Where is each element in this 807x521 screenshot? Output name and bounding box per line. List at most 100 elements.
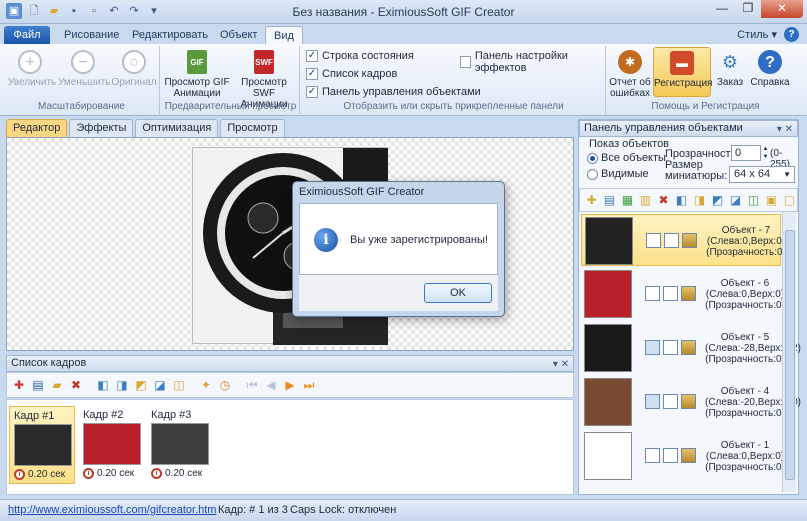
opacity-spinner-icon[interactable]: ▲ ▼ <box>761 145 770 161</box>
show-objects-label: Показ объектов <box>589 138 670 150</box>
help-group-caption: Помощь и Регистрация <box>651 101 760 112</box>
effects-panel-checkbox[interactable]: Панель настройки эффектов <box>460 50 605 74</box>
zoom-out-button[interactable]: − Уменьшить <box>58 50 110 88</box>
visible-objects-radio[interactable]: Видимые <box>587 168 649 180</box>
register-button[interactable]: ▬ Регистрация <box>653 47 712 97</box>
preview-gif-button[interactable]: GIF Просмотр GIF Анимации <box>164 50 230 99</box>
clock-icon <box>151 468 162 479</box>
help-group: ✱ Отчет об ошибках ▬ Регистрация ⚙ Заказ… <box>608 46 803 114</box>
object-row[interactable]: Объект - 5 (Слева:-28,Верх:-12) (Прозрачно… <box>581 322 801 374</box>
tab-preview[interactable]: Просмотр <box>220 119 285 137</box>
objects-panel-title: Панель управления объектами <box>584 122 743 134</box>
tab-edit[interactable]: Редактировать <box>124 26 216 44</box>
object-row[interactable]: Объект - 6 (Слева:0,Верх:0) (Прозрачность:… <box>581 268 785 320</box>
style-menu[interactable]: Стиль ▾ <box>737 28 777 41</box>
next-frame-icon[interactable]: ▶ <box>282 377 298 393</box>
original-size-button[interactable]: ○ Оригинал <box>110 50 158 88</box>
frame-item[interactable]: Кадр #1 0.20 сек <box>9 406 75 484</box>
frame-tool-3-icon[interactable]: ◩ <box>133 377 149 393</box>
visibility-toggle[interactable] <box>646 233 661 248</box>
object-row[interactable]: Объект - 4 (Слева:-20,Верх:-20) (Прозрачно… <box>581 376 801 428</box>
eye-icon[interactable] <box>645 394 660 409</box>
frame-item[interactable]: Кадр #2 0.20 сек <box>79 406 145 484</box>
object-tool-3-icon[interactable]: ▥ <box>638 192 653 208</box>
eye-icon[interactable] <box>645 340 660 355</box>
tab-optimization[interactable]: Оптимизация <box>135 119 219 137</box>
add-frame-icon[interactable]: ✚ <box>11 377 27 393</box>
frames-list-checkbox[interactable]: ✓ Список кадров <box>306 68 397 80</box>
lock-toggle[interactable] <box>663 286 678 301</box>
last-frame-icon[interactable]: ⏭ <box>301 377 317 393</box>
tab-object[interactable]: Объект <box>212 26 265 44</box>
close-button[interactable]: ✕ <box>761 0 803 18</box>
tab-drawing[interactable]: Рисование <box>56 26 127 44</box>
checkbox-checked-icon: ✓ <box>306 50 318 62</box>
swf-file-icon: SWF <box>254 50 274 74</box>
frame-tool-4-icon[interactable]: ◪ <box>152 377 168 393</box>
frame-tool-1-icon[interactable]: ◧ <box>95 377 111 393</box>
object-tool-2-icon[interactable]: ▦ <box>620 192 635 208</box>
order-button[interactable]: ⚙ Заказ <box>712 50 748 89</box>
delete-object-icon[interactable]: ✖ <box>656 192 671 208</box>
lock-toggle[interactable] <box>663 394 678 409</box>
frame-item[interactable]: Кадр #3 0.20 сек <box>147 406 213 484</box>
prev-frame-icon[interactable]: ◀ <box>263 377 279 393</box>
object-tool-7-icon[interactable]: ◪ <box>728 192 743 208</box>
frame-tool-5-icon[interactable]: ◫ <box>171 377 187 393</box>
checkbox-unchecked-icon <box>460 56 471 68</box>
object-tool-6-icon[interactable]: ◩ <box>710 192 725 208</box>
radio-unselected-icon <box>587 168 598 180</box>
objects-panel-pin-icon[interactable]: ▾ ✕ <box>777 122 793 137</box>
lock-toggle[interactable] <box>664 233 679 248</box>
insert-frame-icon[interactable]: ▤ <box>30 377 46 393</box>
object-tool-1-icon[interactable]: ▤ <box>602 192 617 208</box>
maximize-button[interactable]: ❐ <box>735 0 761 18</box>
delete-frame-icon[interactable]: ✖ <box>68 377 84 393</box>
frame-delay[interactable]: 0.20 сек <box>151 468 209 479</box>
visibility-toggle[interactable] <box>645 286 660 301</box>
ok-button[interactable]: OK <box>424 283 492 303</box>
first-frame-icon[interactable]: ⏮ <box>244 377 260 393</box>
scrollbar-thumb[interactable] <box>785 230 795 480</box>
help-mini-icon[interactable]: ? <box>784 27 799 42</box>
visibility-toggle[interactable] <box>645 448 660 463</box>
lock-toggle[interactable] <box>663 448 678 463</box>
frame-delay[interactable]: 0.20 сек <box>83 468 141 479</box>
object-tool-10-icon[interactable]: ▢ <box>782 192 797 208</box>
frame-delay-icon[interactable]: ◷ <box>217 377 233 393</box>
bug-report-button[interactable]: ✱ Отчет об ошибках <box>608 50 652 99</box>
website-link[interactable]: http://www.eximioussoft.com/gifcreator.h… <box>8 504 216 516</box>
frame-tool-2-icon[interactable]: ◨ <box>114 377 130 393</box>
zoom-in-button[interactable]: + Увеличить <box>8 50 56 88</box>
frames-panel-pin-icon[interactable]: ▾ ✕ <box>553 357 569 372</box>
ribbon-tabs: Файл Рисование Редактировать Объект Вид … <box>0 24 807 44</box>
message-dialog: EximiousSoft GIF Creator i Вы уже зареги… <box>292 181 505 317</box>
lock-toggle[interactable] <box>663 340 678 355</box>
help-button[interactable]: ? Справка <box>748 50 792 88</box>
object-tool-9-icon[interactable]: ▣ <box>764 192 779 208</box>
object-tool-4-icon[interactable]: ◧ <box>674 192 689 208</box>
dialog-body: i Вы уже зарегистрированы! <box>299 203 498 275</box>
statusbar-checkbox[interactable]: ✓ Строка состояния <box>306 50 414 62</box>
thumbnail-size-select[interactable]: 64 x 64 ▼ <box>729 166 795 183</box>
frame-effects-icon[interactable]: ✦ <box>198 377 214 393</box>
opacity-input[interactable]: 0 <box>731 145 761 161</box>
object-tool-8-icon[interactable]: ◫ <box>746 192 761 208</box>
tab-view[interactable]: Вид <box>265 26 303 44</box>
objects-panel-checkbox[interactable]: ✓ Панель управления объектами <box>306 86 481 98</box>
object-row[interactable]: Объект - 7 (Слева:0,Верх:0) (Прозрачность:… <box>581 214 786 266</box>
tab-effects[interactable]: Эффекты <box>69 119 134 137</box>
objects-scrollbar[interactable] <box>782 212 796 492</box>
object-thumbnail <box>585 217 633 265</box>
object-tool-5-icon[interactable]: ◨ <box>692 192 707 208</box>
open-frames-icon[interactable]: ▰ <box>49 377 65 393</box>
add-object-icon[interactable]: ✚ <box>584 192 599 208</box>
tab-editor[interactable]: Редактор <box>6 119 68 137</box>
objects-toolbar: ✚ ▤ ▦ ▥ ✖ ◧ ◨ ◩ ◪ ◫ ▣ ▢ <box>579 188 798 212</box>
tab-file[interactable]: Файл <box>4 26 50 44</box>
minimize-button[interactable]: — <box>709 0 735 18</box>
document-tabs: Редактор Эффекты Оптимизация Просмотр <box>6 119 285 137</box>
object-row[interactable]: Объект - 1 (Слева:0,Верх:0) (Прозрачность:… <box>581 430 785 482</box>
frame-delay[interactable]: 0.20 сек <box>14 469 70 480</box>
all-objects-radio[interactable]: Все объекты <box>587 152 666 164</box>
